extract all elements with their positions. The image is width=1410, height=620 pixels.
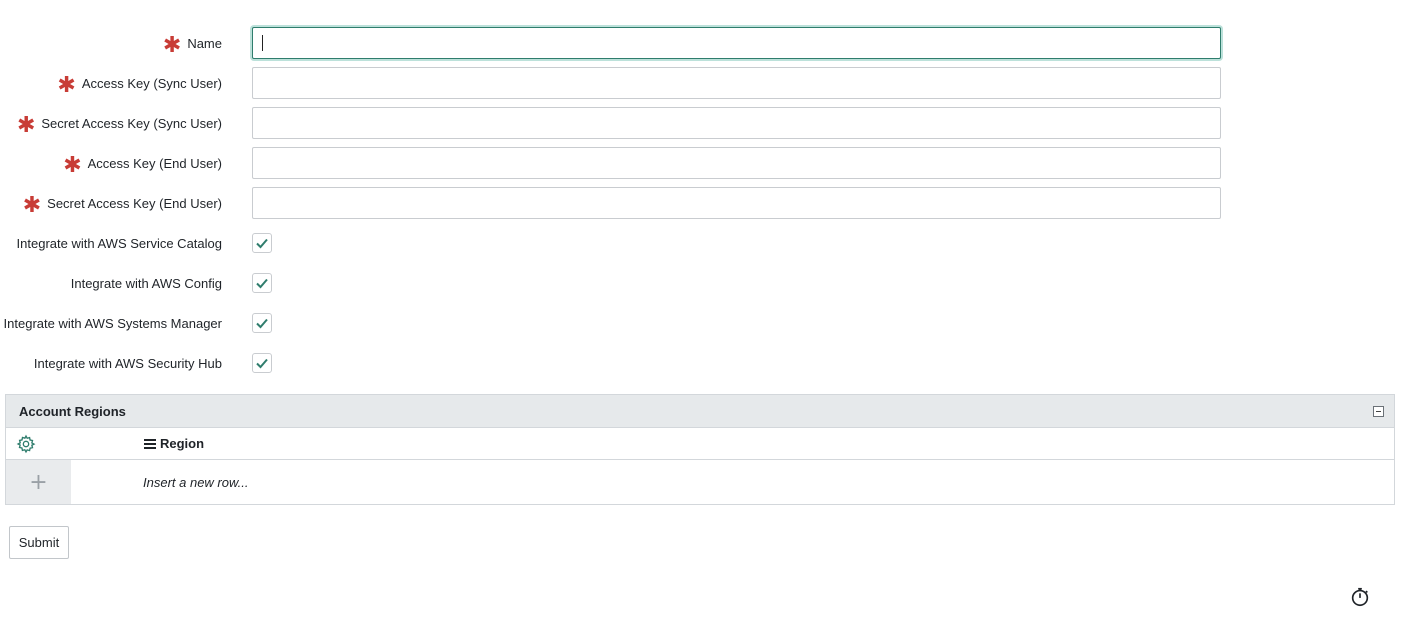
field-label-wrap: ✱ Name — [163, 27, 222, 59]
checkmark-icon — [256, 278, 268, 289]
region-column-label: Region — [160, 436, 205, 451]
name-input[interactable] — [252, 27, 1221, 59]
secret-key-end-input[interactable] — [252, 187, 1221, 219]
secret-key-sync-input[interactable] — [252, 107, 1221, 139]
account-regions-panel: Account Regions Region + Insert a new ro… — [5, 394, 1395, 505]
checkbox-row-security-hub: Integrate with AWS Security Hub — [0, 347, 1410, 379]
field-label-wrap: ✱ Secret Access Key (Sync User) — [17, 107, 222, 139]
field-label-wrap: ✱ Secret Access Key (End User) — [23, 187, 222, 219]
field-row-access-key-end: ✱ Access Key (End User) — [0, 147, 1410, 179]
service-catalog-label: Integrate with AWS Service Catalog — [16, 235, 222, 251]
field-row-name: ✱ Name — [0, 27, 1410, 59]
insert-row[interactable]: + Insert a new row... — [6, 460, 1394, 504]
field-row-access-key-sync: ✱ Access Key (Sync User) — [0, 67, 1410, 99]
service-catalog-checkbox[interactable] — [252, 233, 272, 253]
required-asterisk-icon: ✱ — [162, 33, 182, 58]
checkmark-icon — [256, 238, 268, 249]
region-column-header[interactable]: Region — [144, 436, 204, 451]
security-hub-label: Integrate with AWS Security Hub — [33, 355, 222, 371]
systems-manager-label: Integrate with AWS Systems Manager — [3, 315, 222, 331]
field-label-wrap: Integrate with AWS Service Catalog — [17, 227, 222, 259]
systems-manager-checkbox[interactable] — [252, 313, 272, 333]
required-asterisk-icon: ✱ — [16, 113, 36, 138]
field-label-wrap: Integrate with AWS Systems Manager — [4, 307, 222, 339]
panel-header: Account Regions — [6, 395, 1394, 428]
field-label-wrap: Integrate with AWS Security Hub — [34, 347, 222, 379]
checkmark-icon — [256, 318, 268, 329]
security-hub-checkbox[interactable] — [252, 353, 272, 373]
checkbox-row-systems-manager: Integrate with AWS Systems Manager — [0, 307, 1410, 339]
secret-key-end-label: Secret Access Key (End User) — [47, 195, 222, 211]
access-key-end-input[interactable] — [252, 147, 1221, 179]
add-row-icon[interactable]: + — [6, 460, 71, 504]
collapse-icon[interactable] — [1373, 406, 1384, 417]
text-caret — [262, 35, 263, 51]
required-asterisk-icon: ✱ — [57, 73, 76, 98]
config-label: Integrate with AWS Config — [70, 275, 222, 291]
submit-button[interactable]: Submit — [9, 526, 69, 559]
access-key-sync-input[interactable] — [252, 67, 1221, 99]
checkbox-row-service-catalog: Integrate with AWS Service Catalog — [0, 227, 1410, 259]
secret-key-sync-label: Secret Access Key (Sync User) — [41, 115, 222, 131]
field-row-secret-key-sync: ✱ Secret Access Key (Sync User) — [0, 107, 1410, 139]
checkbox-row-config: Integrate with AWS Config — [0, 267, 1410, 299]
checkmark-icon — [256, 358, 268, 369]
stopwatch-icon[interactable] — [1349, 586, 1371, 608]
menu-icon[interactable] — [144, 438, 156, 449]
field-label-wrap: ✱ Access Key (End User) — [63, 147, 222, 179]
access-key-sync-label: Access Key (Sync User) — [81, 75, 222, 91]
name-label: Name — [187, 35, 222, 51]
gear-icon[interactable] — [16, 434, 36, 454]
required-asterisk-icon: ✱ — [22, 193, 42, 218]
config-checkbox[interactable] — [252, 273, 272, 293]
panel-title: Account Regions — [19, 404, 126, 419]
field-label-wrap: ✱ Access Key (Sync User) — [57, 67, 222, 99]
access-key-end-label: Access Key (End User) — [87, 155, 222, 171]
table-column-header: Region — [6, 428, 1394, 460]
insert-row-placeholder[interactable]: Insert a new row... — [143, 475, 249, 490]
field-row-secret-key-end: ✱ Secret Access Key (End User) — [0, 187, 1410, 219]
required-asterisk-icon: ✱ — [63, 153, 82, 178]
field-label-wrap: Integrate with AWS Config — [71, 267, 222, 299]
